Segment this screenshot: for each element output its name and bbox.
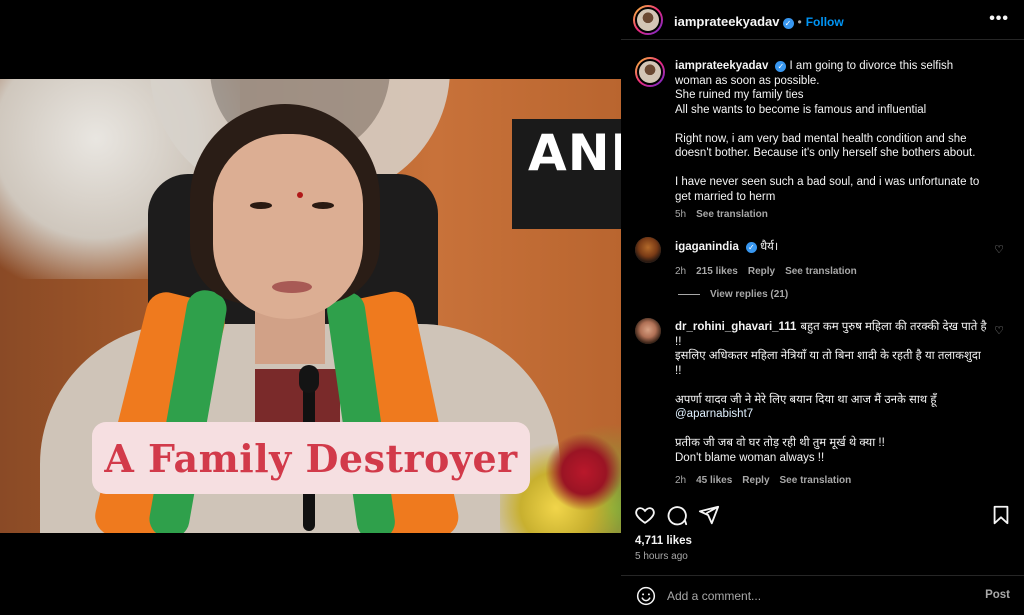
post-media: ANI A Family Destroyer <box>0 0 621 615</box>
comments-list[interactable]: iamprateekyadav ✓ I am going to divorce t… <box>621 41 1024 500</box>
verified-badge-icon: ✓ <box>745 242 757 253</box>
caption-text: I am going to divorce this selfish woman… <box>675 60 980 203</box>
comment-time: 2h <box>675 475 687 486</box>
follow-button[interactable]: Follow <box>806 15 844 29</box>
like-comment-heart-icon[interactable]: ♡ <box>994 243 1004 256</box>
comment-likes[interactable]: 45 likes <box>696 475 732 486</box>
caption-body: iamprateekyadav ✓ I am going to divorce t… <box>675 59 990 223</box>
comment-body: dr_rohini_ghavari_111 बहुत कम पुरुष महिला… <box>675 320 990 489</box>
caption-text-wrap: iamprateekyadav ✓ I am going to divorce t… <box>675 59 990 204</box>
comment-body: igaganindia ✓ धैर्य। 2h 215 likes Reply See … <box>675 240 990 279</box>
person-eye-left <box>250 202 272 209</box>
commenter-avatar[interactable] <box>635 237 661 263</box>
commenter-avatar[interactable] <box>635 318 661 344</box>
comment-meta: 2h 215 likes Reply See translation <box>675 265 990 280</box>
view-replies-label: View replies (21) <box>710 289 789 300</box>
bookmark-icon[interactable] <box>990 504 1012 526</box>
microphone-head <box>299 365 319 393</box>
verified-badge-icon: ✓ <box>782 18 794 29</box>
overlay-caption: A Family Destroyer <box>92 422 530 494</box>
comment-username[interactable]: igaganindia <box>675 241 739 253</box>
likes-count[interactable]: 4,711 likes <box>635 535 692 547</box>
emoji-icon[interactable] <box>636 586 656 606</box>
overlay-caption-text: A Family Destroyer <box>104 435 518 481</box>
separator-dot: • <box>797 15 802 29</box>
send-icon[interactable] <box>698 504 720 526</box>
person-bindi <box>297 192 303 198</box>
caption-meta: 5h See translation <box>675 208 990 223</box>
mention-link[interactable]: @aparnabisht7 <box>675 408 753 420</box>
person-lips <box>272 281 312 293</box>
post-comment-button[interactable]: Post <box>985 589 1010 601</box>
view-replies-button[interactable]: View replies (21) <box>678 289 788 300</box>
reply-button[interactable]: Reply <box>742 475 769 486</box>
person-eye-right <box>312 202 334 209</box>
comment-text-wrap: dr_rohini_ghavari_111 बहुत कम पुरुष महिला… <box>675 320 990 465</box>
post-action-bar <box>621 500 1024 530</box>
author-avatar[interactable] <box>633 5 663 35</box>
caption-author-avatar[interactable] <box>635 57 665 87</box>
replies-line-divider <box>678 294 700 295</box>
like-comment-heart-icon[interactable]: ♡ <box>994 324 1004 337</box>
sign-text: ANI <box>528 124 621 182</box>
caption-time: 5h <box>675 209 687 220</box>
author-username[interactable]: iamprateekyadav <box>674 14 780 29</box>
comment-likes[interactable]: 215 likes <box>696 266 738 277</box>
comment-text-wrap: igaganindia ✓ धैर्य। <box>675 240 990 255</box>
comment-time: 2h <box>675 265 687 277</box>
comment-bubble-icon[interactable] <box>666 504 688 526</box>
caption-username[interactable]: iamprateekyadav <box>675 60 768 72</box>
see-translation-link[interactable]: See translation <box>780 475 852 486</box>
comment-text-part2: प्रतीक जी जब वो घर तोड़ रही थी तुम मूर्ख… <box>675 437 885 464</box>
add-comment-bar: Post <box>621 575 1024 615</box>
see-translation-link[interactable]: See translation <box>785 266 857 277</box>
more-options-icon[interactable]: ••• <box>989 10 1009 28</box>
post-side-panel: iamprateekyadav ✓ • Follow ••• iamprateekya… <box>621 0 1024 615</box>
comment-meta: 2h 45 likes Reply See translation <box>675 474 990 489</box>
comment-text: धैर्य। <box>760 241 779 253</box>
heart-icon[interactable] <box>634 504 656 526</box>
header-user-line: iamprateekyadav ✓ • Follow <box>674 13 844 31</box>
see-translation-link[interactable]: See translation <box>696 209 768 220</box>
post-header: iamprateekyadav ✓ • Follow ••• <box>621 0 1024 40</box>
post-time: 5 hours ago <box>635 551 688 562</box>
verified-badge-icon: ✓ <box>775 61 787 72</box>
comment-text-part1: बहुत कम पुरुष महिला की तरक्की देख पाते ह… <box>675 321 987 406</box>
comment-input[interactable] <box>667 586 967 606</box>
comment-username[interactable]: dr_rohini_ghavari_111 <box>675 321 796 333</box>
reply-button[interactable]: Reply <box>748 266 775 277</box>
